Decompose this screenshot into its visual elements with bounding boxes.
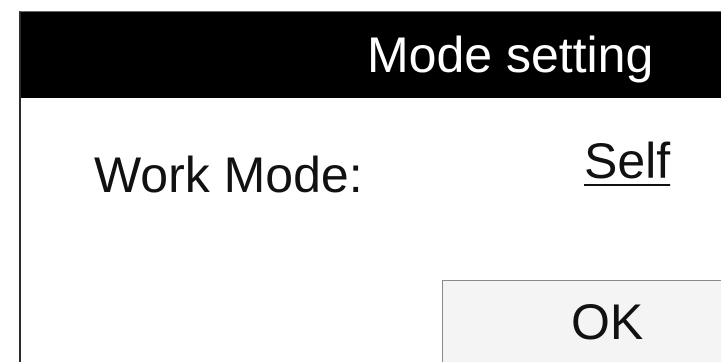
work-mode-label: Work Mode: — [94, 147, 363, 203]
ok-button-label: OK — [571, 294, 644, 350]
dialog-title: Mode setting — [367, 27, 654, 83]
mode-setting-dialog: Mode setting Work Mode: Self OK — [19, 11, 721, 362]
work-mode-selector[interactable]: Self — [584, 130, 670, 192]
dialog-titlebar: Mode setting — [21, 12, 721, 98]
screen: Mode setting Work Mode: Self OK — [0, 0, 721, 362]
ok-button[interactable]: OK — [442, 280, 721, 362]
